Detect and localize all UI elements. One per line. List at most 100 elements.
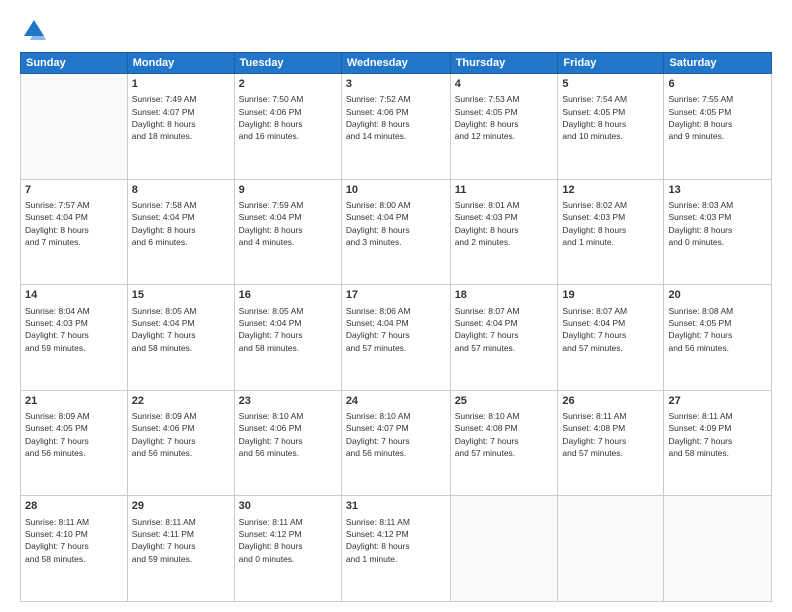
day-number: 24 <box>346 394 446 409</box>
calendar-cell <box>21 74 128 180</box>
calendar-cell: 23Sunrise: 8:10 AM Sunset: 4:06 PM Dayli… <box>234 390 341 496</box>
calendar-cell: 20 Sunrise: 8:08 AM Sunset: 4:05 PM Dayli… <box>664 285 772 391</box>
calendar-cell: 27Sunrise: 8:11 AM Sunset: 4:09 PM Dayli… <box>664 390 772 496</box>
day-number: 14 <box>25 288 123 303</box>
day-info: Sunrise: 8:10 AM Sunset: 4:06 PM Dayligh… <box>239 410 337 459</box>
day-info: Sunrise: 8:09 AM Sunset: 4:06 PM Dayligh… <box>132 410 230 459</box>
weekday-header-sunday: Sunday <box>21 53 128 74</box>
day-number: 17 <box>346 288 446 303</box>
calendar-cell: 2Sunrise: 7:50 AM Sunset: 4:06 PM Daylig… <box>234 74 341 180</box>
day-number: 13 <box>668 183 767 198</box>
day-number: 11 <box>455 183 554 198</box>
day-info: Sunrise: 8:10 AM Sunset: 4:08 PM Dayligh… <box>455 410 554 459</box>
day-info: Sunrise: 8:02 AM Sunset: 4:03 PM Dayligh… <box>562 199 659 248</box>
calendar-cell: 7Sunrise: 7:57 AM Sunset: 4:04 PM Daylig… <box>21 179 128 285</box>
day-info: Sunrise: 8:07 AM Sunset: 4:04 PM Dayligh… <box>455 305 554 354</box>
day-info: Sunrise: 8:05 AM Sunset: 4:04 PM Dayligh… <box>132 305 230 354</box>
weekday-header-friday: Friday <box>558 53 664 74</box>
day-info: Sunrise: 8:11 AM Sunset: 4:12 PM Dayligh… <box>239 516 337 565</box>
logo-icon <box>20 16 48 44</box>
day-info: Sunrise: 8:00 AM Sunset: 4:04 PM Dayligh… <box>346 199 446 248</box>
calendar-cell: 5Sunrise: 7:54 AM Sunset: 4:05 PM Daylig… <box>558 74 664 180</box>
day-number: 29 <box>132 499 230 514</box>
day-number: 10 <box>346 183 446 198</box>
calendar-cell: 17 Sunrise: 8:06 AM Sunset: 4:04 PM Dayli… <box>341 285 450 391</box>
calendar-cell: 11Sunrise: 8:01 AM Sunset: 4:03 PM Dayli… <box>450 179 558 285</box>
calendar-cell: 26Sunrise: 8:11 AM Sunset: 4:08 PM Dayli… <box>558 390 664 496</box>
day-info: Sunrise: 7:59 AM Sunset: 4:04 PM Dayligh… <box>239 199 337 248</box>
page: SundayMondayTuesdayWednesdayThursdayFrid… <box>0 0 792 612</box>
calendar-cell: 8Sunrise: 7:58 AM Sunset: 4:04 PM Daylig… <box>127 179 234 285</box>
day-number: 20 <box>668 288 767 303</box>
day-number: 15 <box>132 288 230 303</box>
day-info: Sunrise: 8:08 AM Sunset: 4:05 PM Dayligh… <box>668 305 767 354</box>
day-number: 18 <box>455 288 554 303</box>
calendar-cell <box>450 496 558 602</box>
calendar-cell: 29 Sunrise: 8:11 AM Sunset: 4:11 PM Dayli… <box>127 496 234 602</box>
day-info: Sunrise: 7:55 AM Sunset: 4:05 PM Dayligh… <box>668 93 767 142</box>
day-info: Sunrise: 8:07 AM Sunset: 4:04 PM Dayligh… <box>562 305 659 354</box>
day-info: Sunrise: 8:11 AM Sunset: 4:08 PM Dayligh… <box>562 410 659 459</box>
day-info: Sunrise: 8:11 AM Sunset: 4:11 PM Dayligh… <box>132 516 230 565</box>
weekday-header-monday: Monday <box>127 53 234 74</box>
calendar-cell: 13Sunrise: 8:03 AM Sunset: 4:03 PM Dayli… <box>664 179 772 285</box>
day-number: 26 <box>562 394 659 409</box>
day-number: 22 <box>132 394 230 409</box>
day-number: 21 <box>25 394 123 409</box>
day-info: Sunrise: 8:11 AM Sunset: 4:09 PM Dayligh… <box>668 410 767 459</box>
day-number: 5 <box>562 77 659 92</box>
day-number: 30 <box>239 499 337 514</box>
day-info: Sunrise: 8:09 AM Sunset: 4:05 PM Dayligh… <box>25 410 123 459</box>
weekday-header-tuesday: Tuesday <box>234 53 341 74</box>
day-info: Sunrise: 8:05 AM Sunset: 4:04 PM Dayligh… <box>239 305 337 354</box>
day-info: Sunrise: 7:50 AM Sunset: 4:06 PM Dayligh… <box>239 93 337 142</box>
week-row-0: 1Sunrise: 7:49 AM Sunset: 4:07 PM Daylig… <box>21 74 772 180</box>
day-info: Sunrise: 8:01 AM Sunset: 4:03 PM Dayligh… <box>455 199 554 248</box>
calendar-cell <box>664 496 772 602</box>
calendar-cell: 16 Sunrise: 8:05 AM Sunset: 4:04 PM Dayli… <box>234 285 341 391</box>
weekday-header-wednesday: Wednesday <box>341 53 450 74</box>
day-info: Sunrise: 8:06 AM Sunset: 4:04 PM Dayligh… <box>346 305 446 354</box>
day-number: 7 <box>25 183 123 198</box>
calendar-cell: 18 Sunrise: 8:07 AM Sunset: 4:04 PM Dayli… <box>450 285 558 391</box>
week-row-2: 14Sunrise: 8:04 AM Sunset: 4:03 PM Dayli… <box>21 285 772 391</box>
day-number: 16 <box>239 288 337 303</box>
weekday-header-thursday: Thursday <box>450 53 558 74</box>
week-row-3: 21Sunrise: 8:09 AM Sunset: 4:05 PM Dayli… <box>21 390 772 496</box>
weekday-header-saturday: Saturday <box>664 53 772 74</box>
logo <box>20 16 52 44</box>
day-number: 27 <box>668 394 767 409</box>
day-info: Sunrise: 7:57 AM Sunset: 4:04 PM Dayligh… <box>25 199 123 248</box>
calendar-table: SundayMondayTuesdayWednesdayThursdayFrid… <box>20 52 772 602</box>
day-number: 25 <box>455 394 554 409</box>
day-number: 1 <box>132 77 230 92</box>
calendar-cell: 15 Sunrise: 8:05 AM Sunset: 4:04 PM Dayli… <box>127 285 234 391</box>
day-number: 8 <box>132 183 230 198</box>
calendar-cell: 22Sunrise: 8:09 AM Sunset: 4:06 PM Dayli… <box>127 390 234 496</box>
day-number: 9 <box>239 183 337 198</box>
calendar-cell <box>558 496 664 602</box>
calendar-cell: 9Sunrise: 7:59 AM Sunset: 4:04 PM Daylig… <box>234 179 341 285</box>
day-info: Sunrise: 8:11 AM Sunset: 4:10 PM Dayligh… <box>25 516 123 565</box>
calendar-cell: 3Sunrise: 7:52 AM Sunset: 4:06 PM Daylig… <box>341 74 450 180</box>
day-number: 12 <box>562 183 659 198</box>
calendar-cell: 30 Sunrise: 8:11 AM Sunset: 4:12 PM Dayli… <box>234 496 341 602</box>
week-row-1: 7Sunrise: 7:57 AM Sunset: 4:04 PM Daylig… <box>21 179 772 285</box>
calendar-cell: 31Sunrise: 8:11 AM Sunset: 4:12 PM Dayli… <box>341 496 450 602</box>
calendar-cell: 24Sunrise: 8:10 AM Sunset: 4:07 PM Dayli… <box>341 390 450 496</box>
day-number: 3 <box>346 77 446 92</box>
day-info: Sunrise: 8:11 AM Sunset: 4:12 PM Dayligh… <box>346 516 446 565</box>
calendar-cell: 28 Sunrise: 8:11 AM Sunset: 4:10 PM Dayli… <box>21 496 128 602</box>
day-number: 6 <box>668 77 767 92</box>
day-number: 4 <box>455 77 554 92</box>
calendar-cell: 19Sunrise: 8:07 AM Sunset: 4:04 PM Dayli… <box>558 285 664 391</box>
calendar-cell: 4Sunrise: 7:53 AM Sunset: 4:05 PM Daylig… <box>450 74 558 180</box>
calendar-cell: 25Sunrise: 8:10 AM Sunset: 4:08 PM Dayli… <box>450 390 558 496</box>
calendar-cell: 10Sunrise: 8:00 AM Sunset: 4:04 PM Dayli… <box>341 179 450 285</box>
calendar-cell: 1Sunrise: 7:49 AM Sunset: 4:07 PM Daylig… <box>127 74 234 180</box>
calendar-body: 1Sunrise: 7:49 AM Sunset: 4:07 PM Daylig… <box>21 74 772 602</box>
calendar-header: SundayMondayTuesdayWednesdayThursdayFrid… <box>21 53 772 74</box>
calendar-cell: 6Sunrise: 7:55 AM Sunset: 4:05 PM Daylig… <box>664 74 772 180</box>
day-number: 28 <box>25 499 123 514</box>
header <box>20 16 772 44</box>
